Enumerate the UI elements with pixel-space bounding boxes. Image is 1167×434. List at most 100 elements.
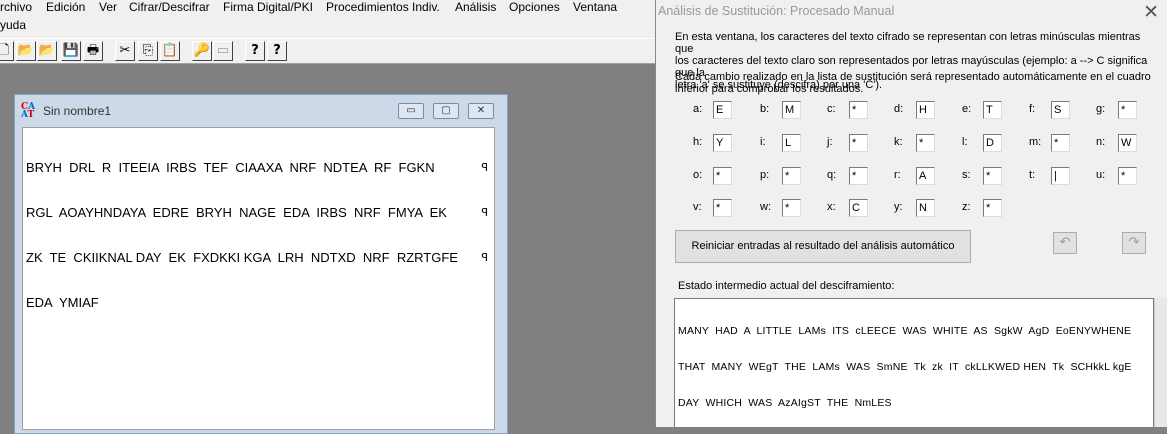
text-line: ZK TE CKIIKNAL DAY EK FXDKKI KGA LRH NDT… — [26, 250, 491, 265]
plain-letter-input[interactable]: W — [1118, 134, 1137, 152]
undo-icon[interactable]: ↶ — [1053, 232, 1077, 254]
cut-icon[interactable]: ✂ — [115, 41, 135, 61]
menu-ayuda[interactable]: yuda — [0, 18, 26, 34]
intro-line: inferior para comprobar los resultados. — [675, 83, 864, 95]
plain-letter-input[interactable]: Y — [713, 134, 732, 152]
cipher-letter-label: d: — [894, 103, 904, 115]
reset-button[interactable]: Reiniciar entradas al resultado del anál… — [675, 230, 971, 263]
cipher-letter-label: p: — [760, 169, 770, 181]
open-folder-icon[interactable]: 📂 — [37, 41, 57, 61]
menu-cifrar-descifrar[interactable]: Cifrar/Descifrar — [129, 0, 210, 16]
menu-firma-digital[interactable]: Firma Digital/PKI — [223, 0, 313, 16]
key-icon[interactable]: 🔑 — [192, 41, 212, 61]
plain-letter-input[interactable]: * — [1118, 101, 1137, 119]
intro-line: En esta ventana, los caracteres del text… — [675, 31, 1141, 55]
cipher-letter-label: s: — [962, 169, 971, 181]
toolbar: 🗋 📂 📂 💾 🖶 ✂ ⎘ 📋 🔑 ▭ ? ? — [0, 38, 655, 64]
open-icon[interactable]: 📂 — [16, 41, 36, 61]
cipher-letter-label: r: — [894, 169, 901, 181]
plain-letter-input[interactable]: A — [916, 167, 935, 185]
plain-letter-input[interactable]: * — [713, 167, 732, 185]
scrollbar[interactable] — [1154, 298, 1167, 427]
menu-ver[interactable]: Ver — [99, 0, 117, 16]
menu-procedimientos[interactable]: Procedimientos Indiv. — [326, 0, 440, 16]
plain-letter-input[interactable]: D — [983, 134, 1002, 152]
cipher-letter-label: b: — [760, 103, 770, 115]
cipher-letter-label: z: — [962, 201, 971, 213]
state-line: THAT MANY WEgT THE LAMs WAS SmNE Tk zk I… — [678, 361, 1132, 373]
ciphertext-editor[interactable]: BRYH DRL R ITEEIA IRBS TEF CIAAXA NRF ND… — [22, 127, 495, 430]
plain-letter-input[interactable]: H — [916, 101, 935, 119]
plain-letter-input[interactable]: | — [1051, 167, 1070, 185]
dialog-title: Análisis de Sustitución: Procesado Manua… — [658, 4, 895, 18]
paragraph-mark-icon: ꟼ — [481, 206, 488, 219]
plain-letter-input[interactable]: * — [1051, 134, 1070, 152]
cipher-letter-label: y: — [894, 201, 903, 213]
decryption-state-box[interactable]: MANY HAD A LITTLE LAMs ITS cLEECE WAS WH… — [674, 298, 1154, 427]
app-logo-icon: CA AT — [21, 102, 36, 120]
menu-edicion[interactable]: Edición — [46, 0, 85, 16]
copy-icon[interactable]: ⎘ — [138, 41, 158, 61]
plain-letter-input[interactable]: * — [782, 167, 801, 185]
paragraph-mark-icon: ꟼ — [481, 161, 488, 174]
plain-letter-input[interactable]: N — [916, 199, 935, 217]
menu-analisis[interactable]: Análisis — [455, 0, 496, 16]
text-line: EDA YMIAF — [26, 295, 491, 310]
redo-icon[interactable]: ↷ — [1122, 232, 1146, 254]
plain-letter-input[interactable]: * — [1118, 167, 1137, 185]
plain-letter-input[interactable]: * — [782, 199, 801, 217]
menu-archivo[interactable]: rchivo — [0, 0, 32, 16]
text-line: BRYH DRL R ITEEIA IRBS TEF CIAAXA NRF ND… — [26, 160, 491, 175]
paste-icon[interactable]: 📋 — [160, 41, 180, 61]
menu-ventana[interactable]: Ventana — [573, 0, 617, 16]
plain-letter-input[interactable]: * — [849, 134, 868, 152]
document-window[interactable]: CA AT Sin nombre1 ▭ ▢ ✕ BRYH DRL R ITEEIA… — [14, 94, 508, 434]
plain-letter-input[interactable]: S — [1051, 101, 1070, 119]
context-help-icon[interactable]: ? — [267, 41, 287, 61]
menu-opciones[interactable]: Opciones — [509, 0, 560, 16]
cipher-letter-label: i: — [760, 136, 766, 148]
cipher-letter-label: x: — [827, 201, 836, 213]
plain-letter-input[interactable]: E — [713, 101, 732, 119]
close-icon[interactable]: ✕ — [468, 103, 494, 119]
plain-letter-input[interactable]: * — [916, 134, 935, 152]
save-icon[interactable]: 💾 — [61, 41, 81, 61]
cipher-letter-label: w: — [760, 201, 771, 213]
cipher-letter-label: j: — [827, 136, 833, 148]
plain-letter-input[interactable]: * — [983, 167, 1002, 185]
cipher-letter-label: t: — [1029, 169, 1036, 181]
plain-letter-input[interactable]: * — [849, 167, 868, 185]
cipher-letter-label: f: — [1029, 103, 1036, 115]
text-line-content: EDA YMIAF — [26, 295, 99, 310]
plain-letter-input[interactable]: * — [849, 101, 868, 119]
mdi-workspace: CA AT Sin nombre1 ▭ ▢ ✕ BRYH DRL R ITEEIA… — [0, 64, 655, 434]
cipher-letter-label: o: — [693, 169, 703, 181]
text-line: RGL AOAYHNDAYA EDRE BRYH NAGE EDA IRBS N… — [26, 205, 491, 220]
plain-letter-input[interactable]: C — [849, 199, 868, 217]
minimize-icon[interactable]: ▭ — [398, 103, 424, 119]
text-line-content: BRYH DRL R ITEEIA IRBS TEF CIAAXA NRF ND… — [26, 160, 435, 175]
state-line: MANY HAD A LITTLE LAMs ITS cLEECE WAS WH… — [678, 325, 1132, 337]
plain-letter-input[interactable]: * — [713, 199, 732, 217]
maximize-icon[interactable]: ▢ — [433, 103, 459, 119]
window-icon[interactable]: ▭ — [213, 41, 233, 61]
intro-text-2: Cada cambio realizado en la lista de sus… — [675, 71, 1160, 95]
print-icon[interactable]: 🖶 — [83, 41, 103, 61]
plain-letter-input[interactable]: M — [782, 101, 801, 119]
document-title: Sin nombre1 — [43, 104, 112, 118]
cipher-letter-label: k: — [894, 136, 903, 148]
plain-letter-input[interactable]: L — [782, 134, 801, 152]
cipher-letter-label: q: — [827, 169, 837, 181]
dialog-titlebar[interactable]: Análisis de Sustitución: Procesado Manua… — [656, 0, 1167, 24]
menu-bar: rchivo Edición Ver Cifrar/Descifrar Firm… — [0, 0, 655, 38]
plain-letter-input[interactable]: * — [983, 199, 1002, 217]
cipher-letter-label: h: — [693, 136, 703, 148]
close-icon[interactable]: ✕ — [1143, 1, 1159, 23]
new-icon[interactable]: 🗋 — [0, 41, 14, 61]
cipher-letter-label: m: — [1029, 136, 1042, 148]
help-icon[interactable]: ? — [245, 41, 265, 61]
document-titlebar[interactable]: CA AT Sin nombre1 ▭ ▢ ✕ — [15, 95, 507, 127]
plain-letter-input[interactable]: T — [983, 101, 1002, 119]
cipher-letter-label: u: — [1096, 169, 1106, 181]
intro-line: Cada cambio realizado en la lista de sus… — [675, 71, 1151, 83]
